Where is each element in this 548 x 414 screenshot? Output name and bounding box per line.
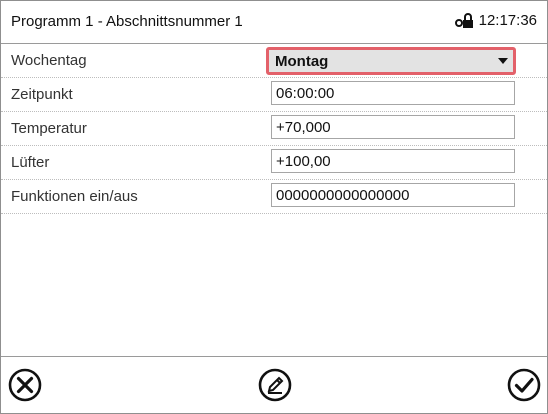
weekday-dropdown[interactable]: Montag	[266, 47, 516, 75]
field-value: +70,000	[276, 119, 331, 136]
door-lock-icon	[454, 12, 473, 28]
header-bar: Programm 1 - Abschnittsnummer 1 12:17:36	[1, 1, 547, 44]
row-funktionen: Funktionen ein/aus 0000000000000000	[1, 180, 547, 214]
row-temperatur: Temperatur +70,000	[1, 112, 547, 146]
footer-bar	[1, 356, 547, 413]
temperature-input[interactable]: +70,000	[271, 115, 515, 139]
functions-input[interactable]: 0000000000000000	[271, 183, 515, 207]
field-value: +100,00	[276, 153, 331, 170]
time-input[interactable]: 06:00:00	[271, 81, 515, 105]
row-label: Lüfter	[11, 154, 50, 171]
close-circle-icon[interactable]	[7, 367, 43, 403]
dropdown-value: Montag	[275, 53, 329, 70]
page-title: Programm 1 - Abschnittsnummer 1	[11, 13, 243, 30]
row-label: Zeitpunkt	[11, 86, 73, 103]
field-value: 0000000000000000	[276, 187, 410, 204]
row-label: Temperatur	[11, 120, 87, 137]
row-label: Funktionen ein/aus	[11, 188, 138, 205]
screen: Programm 1 - Abschnittsnummer 1 12:17:36…	[0, 0, 548, 414]
row-luefter: Lüfter +100,00	[1, 146, 547, 180]
clock-time: 12:17:36	[478, 12, 537, 29]
checkmark-circle-icon[interactable]	[506, 367, 542, 403]
fan-input[interactable]: +100,00	[271, 149, 515, 173]
edit-pencil-icon[interactable]	[257, 367, 293, 403]
dropdown-arrow-icon	[498, 58, 508, 64]
field-value: 06:00:00	[276, 85, 335, 102]
status-area: 12:17:36	[454, 12, 537, 29]
row-label: Wochentag	[11, 52, 87, 69]
row-zeitpunkt: Zeitpunkt 06:00:00	[1, 78, 547, 112]
